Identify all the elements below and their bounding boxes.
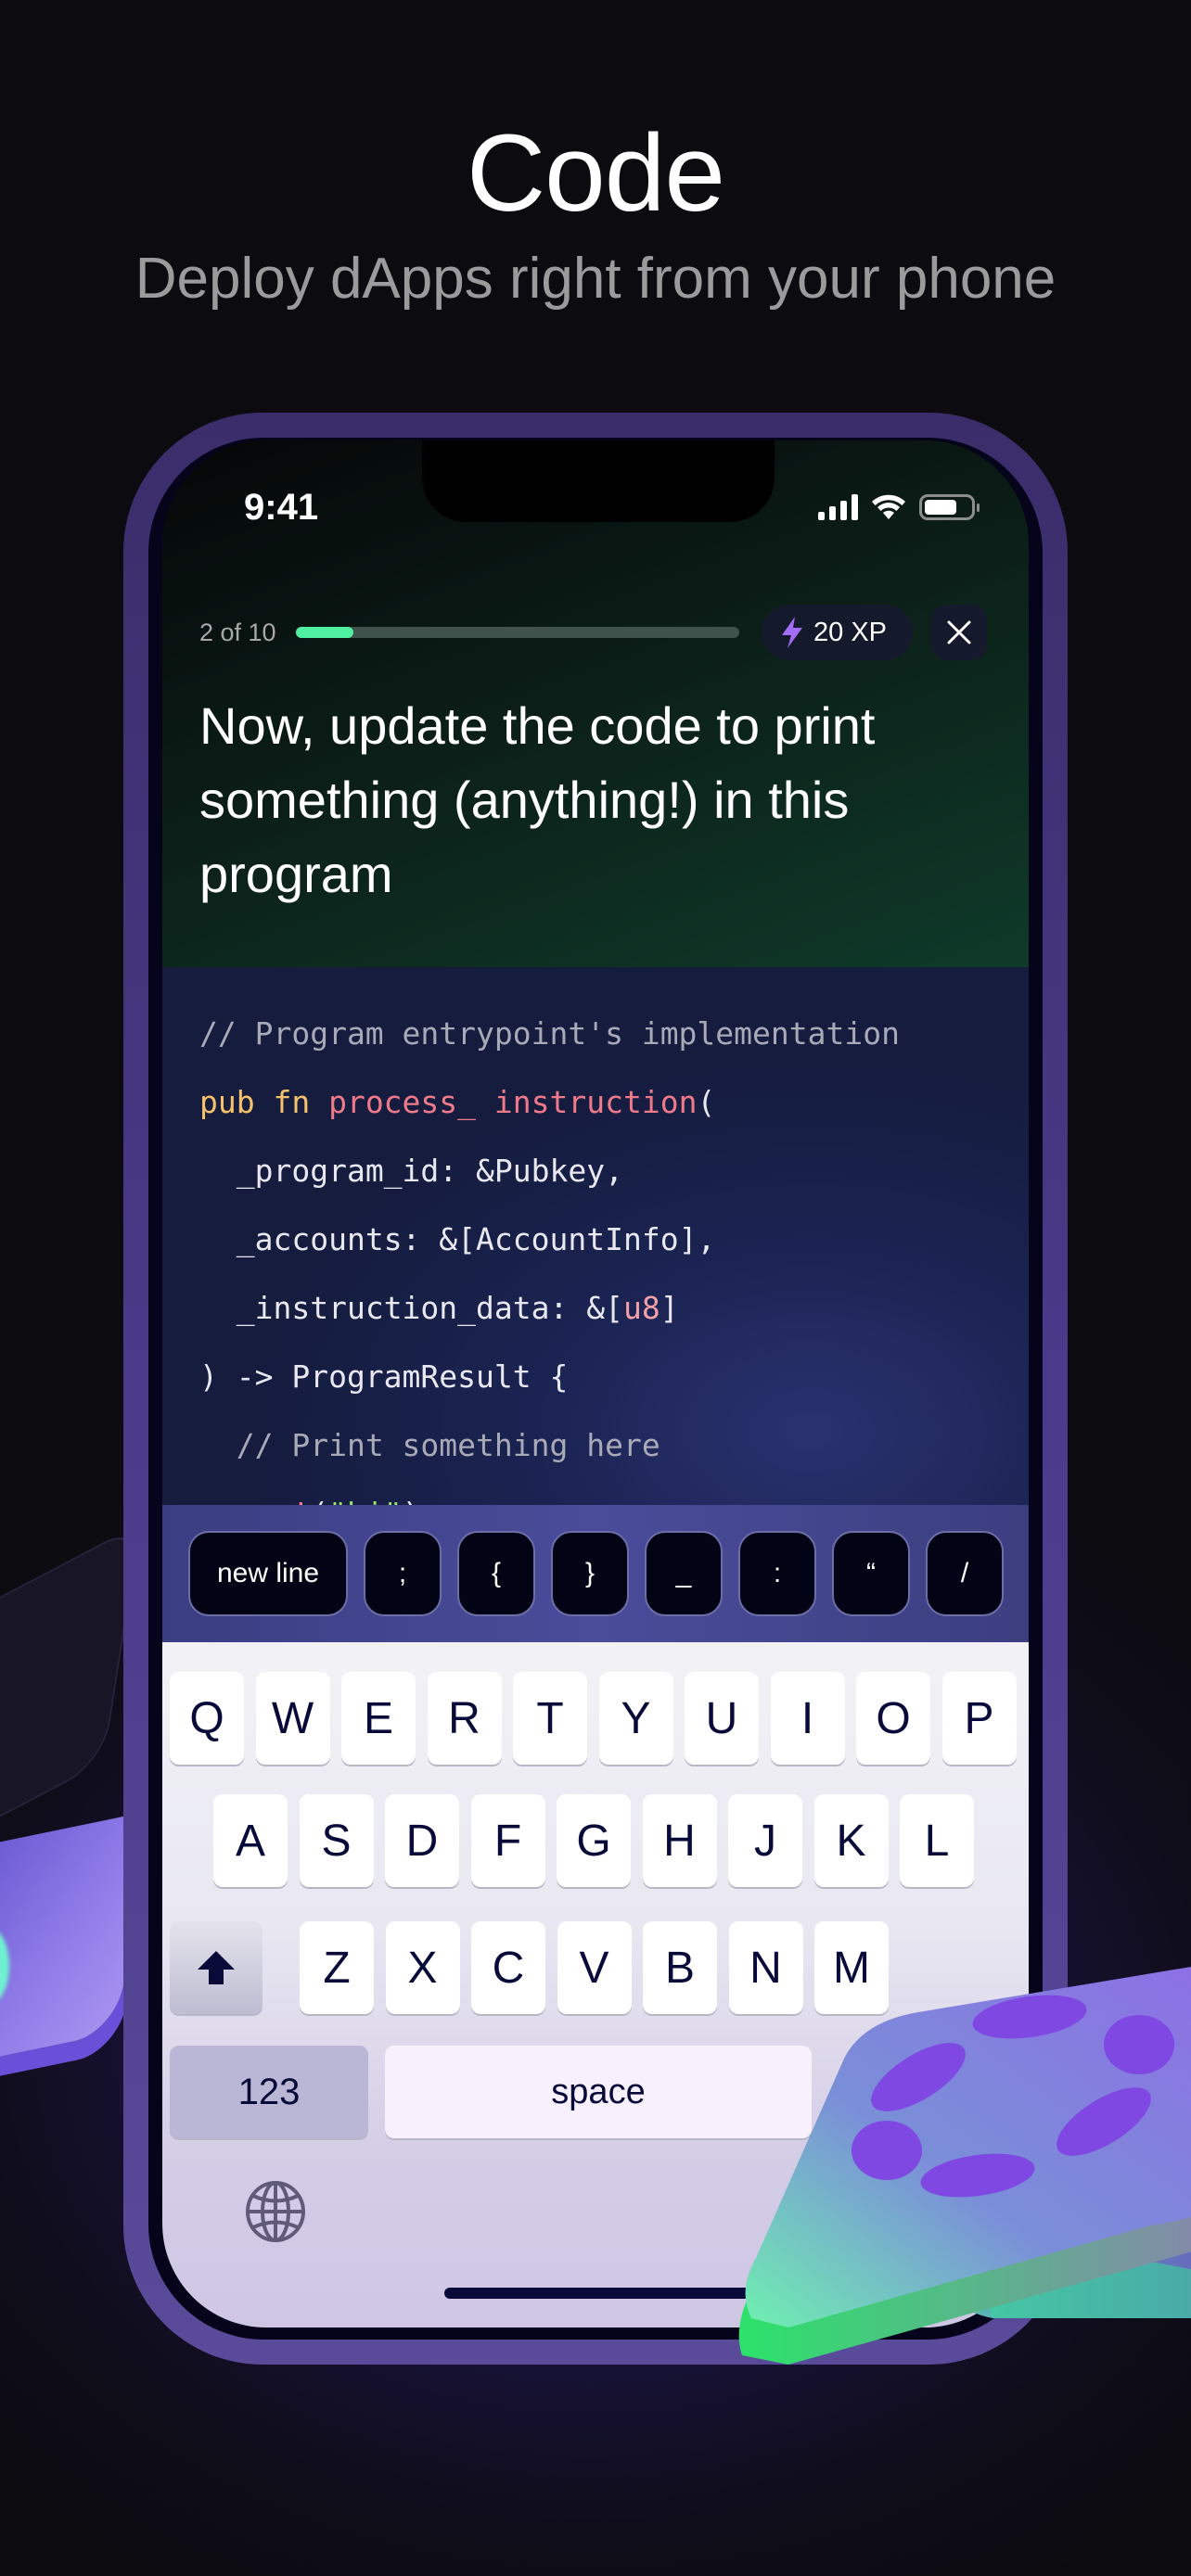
signal-icon bbox=[818, 494, 858, 520]
code-token: msg! bbox=[237, 1496, 310, 1505]
code-line[interactable]: _program_id: &Pubkey, bbox=[199, 1153, 623, 1189]
code-token: _program_id: &Pubkey, bbox=[236, 1153, 623, 1189]
new-line-key[interactable]: new line bbox=[188, 1531, 348, 1616]
code-line[interactable]: pub fn process_ instruction( bbox=[199, 1084, 715, 1120]
key-g[interactable]: G bbox=[557, 1794, 631, 1887]
key-l[interactable]: L bbox=[900, 1794, 974, 1887]
key-d[interactable]: D bbox=[385, 1794, 459, 1887]
code-token: // Program entrypoint's implementation bbox=[199, 1015, 900, 1052]
code-token: _accounts: &[AccountInfo], bbox=[236, 1221, 716, 1257]
xp-label: 20 XP bbox=[813, 617, 887, 647]
shift-icon bbox=[198, 1951, 235, 1984]
code-editor[interactable]: // Program entrypoint's implementation pu… bbox=[162, 967, 1029, 1505]
key-b[interactable]: B bbox=[643, 1921, 717, 2014]
symbol-key[interactable]: ; bbox=[364, 1531, 442, 1616]
globe-icon[interactable] bbox=[244, 2180, 307, 2243]
lesson-header: 9:41 2 of 10 20 XP Now, update the code … bbox=[162, 440, 1029, 967]
progress-fill bbox=[296, 627, 354, 638]
close-icon bbox=[947, 620, 971, 644]
code-line[interactable]: // Print something here bbox=[199, 1427, 660, 1463]
symbol-key[interactable]: { bbox=[457, 1531, 535, 1616]
lesson-question: Now, update the code to print something … bbox=[199, 696, 876, 903]
notch bbox=[422, 440, 775, 522]
key-r[interactable]: R bbox=[427, 1672, 502, 1765]
key-i[interactable]: I bbox=[770, 1672, 845, 1765]
wifi-icon bbox=[872, 494, 905, 519]
code-token: u8 bbox=[622, 1290, 660, 1326]
symbol-key[interactable]: / bbox=[926, 1531, 1004, 1616]
key-p[interactable]: P bbox=[941, 1672, 1017, 1765]
status-time: 9:41 bbox=[244, 487, 319, 528]
key-e[interactable]: E bbox=[341, 1672, 416, 1765]
lesson-progress-row: 2 of 10 20 XP bbox=[199, 603, 993, 662]
hero-subtitle: Deploy dApps right from your phone bbox=[134, 247, 1057, 311]
key-h[interactable]: H bbox=[642, 1794, 717, 1887]
code-line[interactable]: ) -> ProgramResult { bbox=[199, 1358, 568, 1395]
step-counter: 2 of 10 bbox=[199, 618, 276, 646]
code-token: _instruction_data: &[ bbox=[236, 1290, 623, 1326]
key-t[interactable]: T bbox=[513, 1672, 587, 1765]
symbol-key[interactable]: } bbox=[551, 1531, 629, 1616]
decorative-solana-tile bbox=[738, 1967, 1191, 2365]
code-token: "hi" bbox=[328, 1496, 402, 1505]
key-c[interactable]: C bbox=[471, 1921, 545, 2014]
code-line[interactable]: msg!("hi") bbox=[199, 1496, 421, 1505]
key-a[interactable]: A bbox=[213, 1794, 288, 1887]
code-token: pub fn bbox=[199, 1084, 329, 1120]
key-w[interactable]: W bbox=[255, 1672, 330, 1765]
progress-bar bbox=[296, 627, 739, 638]
key-k[interactable]: K bbox=[813, 1794, 889, 1887]
key-y[interactable]: Y bbox=[598, 1672, 673, 1765]
lightning-icon bbox=[782, 617, 802, 648]
status-icons bbox=[818, 494, 980, 520]
code-token: ) bbox=[403, 1496, 421, 1505]
key-o[interactable]: O bbox=[856, 1672, 930, 1765]
key-j[interactable]: J bbox=[728, 1794, 802, 1887]
code-token: process_ instruction bbox=[328, 1084, 698, 1120]
code-token: // Print something here bbox=[236, 1427, 660, 1463]
symbol-key[interactable]: _ bbox=[645, 1531, 723, 1616]
hero-title: Code bbox=[466, 112, 725, 235]
key-s[interactable]: S bbox=[299, 1794, 374, 1887]
key-v[interactable]: V bbox=[557, 1921, 632, 2014]
symbol-key[interactable]: “ bbox=[832, 1531, 910, 1616]
key-x[interactable]: X bbox=[385, 1921, 460, 2014]
close-button[interactable] bbox=[931, 605, 987, 660]
code-line[interactable]: // Program entrypoint's implementation bbox=[199, 1015, 900, 1052]
shift-key[interactable] bbox=[170, 1921, 263, 2014]
code-token: ) -> ProgramResult { bbox=[199, 1358, 569, 1395]
code-token: ] bbox=[660, 1290, 679, 1326]
key-q[interactable]: Q bbox=[170, 1672, 244, 1765]
code-token: ( bbox=[310, 1496, 328, 1505]
code-accessory-bar: new line;{} _: “/ bbox=[162, 1505, 1029, 1642]
symbol-key[interactable]: : bbox=[738, 1531, 816, 1616]
key-z[interactable]: Z bbox=[300, 1921, 374, 2014]
key-f[interactable]: F bbox=[470, 1794, 545, 1887]
code-line[interactable]: _accounts: &[AccountInfo], bbox=[199, 1221, 716, 1257]
key-u[interactable]: U bbox=[685, 1672, 759, 1765]
battery-icon bbox=[919, 494, 980, 520]
code-token: ( bbox=[697, 1084, 716, 1120]
xp-badge: 20 XP bbox=[762, 605, 913, 660]
numbers-key[interactable]: 123 bbox=[170, 2046, 368, 2138]
code-line[interactable]: _instruction_data: &[u8] bbox=[199, 1290, 679, 1326]
